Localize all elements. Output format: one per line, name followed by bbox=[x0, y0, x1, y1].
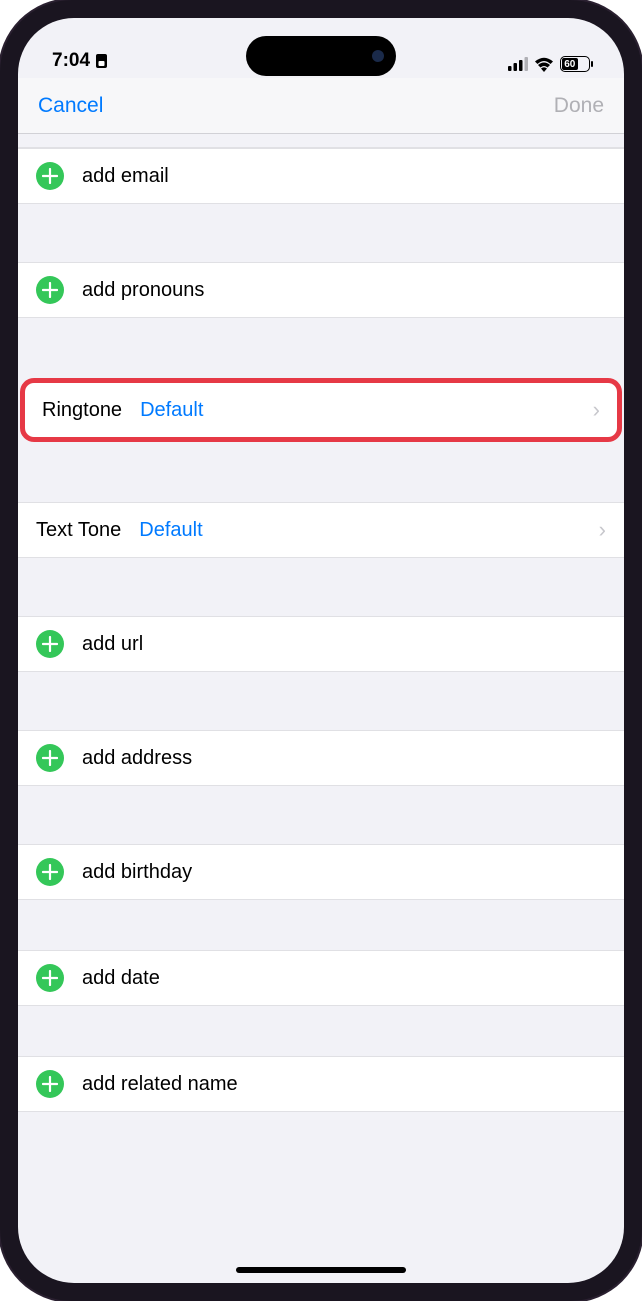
add-related-name-label: add related name bbox=[82, 1073, 238, 1096]
cancel-button[interactable]: Cancel bbox=[38, 94, 103, 118]
text-tone-value: Default bbox=[139, 519, 598, 542]
add-pronouns-row[interactable]: add pronouns bbox=[18, 262, 624, 318]
done-button[interactable]: Done bbox=[554, 94, 604, 118]
home-indicator[interactable] bbox=[236, 1267, 406, 1273]
dynamic-island bbox=[246, 36, 396, 76]
ringtone-value: Default bbox=[140, 399, 593, 422]
add-birthday-label: add birthday bbox=[82, 861, 192, 884]
ringtone-highlight: Ringtone Default › bbox=[24, 382, 618, 438]
battery-icon: 60 bbox=[560, 56, 590, 72]
add-url-label: add url bbox=[82, 633, 143, 656]
add-date-label: add date bbox=[82, 967, 160, 990]
ringtone-row[interactable]: Ringtone Default › bbox=[24, 382, 618, 438]
add-date-row[interactable]: add date bbox=[18, 950, 624, 1006]
text-tone-key: Text Tone bbox=[36, 519, 121, 542]
chevron-right-icon: › bbox=[593, 397, 600, 423]
iphone-frame: 7:04 60 Cancel Done add ema bbox=[0, 0, 642, 1301]
navigation-bar: Cancel Done bbox=[18, 78, 624, 134]
sim-card-icon bbox=[96, 54, 107, 68]
add-address-label: add address bbox=[82, 747, 192, 770]
plus-icon bbox=[36, 964, 64, 992]
plus-icon bbox=[36, 858, 64, 886]
plus-icon bbox=[36, 162, 64, 190]
plus-icon bbox=[36, 744, 64, 772]
add-email-row[interactable]: add email bbox=[18, 148, 624, 204]
text-tone-row[interactable]: Text Tone Default › bbox=[18, 502, 624, 558]
screen: 7:04 60 Cancel Done add ema bbox=[18, 18, 624, 1283]
plus-icon bbox=[36, 630, 64, 658]
cellular-signal-icon bbox=[508, 57, 528, 71]
wifi-icon bbox=[534, 57, 554, 72]
battery-level: 60 bbox=[562, 58, 578, 70]
add-related-name-row[interactable]: add related name bbox=[18, 1056, 624, 1112]
status-time: 7:04 bbox=[52, 50, 90, 72]
contact-edit-form[interactable]: add email add pronouns Ringtone Default … bbox=[18, 134, 624, 1112]
front-camera-icon bbox=[372, 50, 384, 62]
plus-icon bbox=[36, 1070, 64, 1098]
plus-icon bbox=[36, 276, 64, 304]
add-address-row[interactable]: add address bbox=[18, 730, 624, 786]
add-email-label: add email bbox=[82, 165, 169, 188]
add-birthday-row[interactable]: add birthday bbox=[18, 844, 624, 900]
chevron-right-icon: › bbox=[599, 517, 606, 543]
ringtone-key: Ringtone bbox=[42, 399, 122, 422]
add-pronouns-label: add pronouns bbox=[82, 279, 204, 302]
add-url-row[interactable]: add url bbox=[18, 616, 624, 672]
